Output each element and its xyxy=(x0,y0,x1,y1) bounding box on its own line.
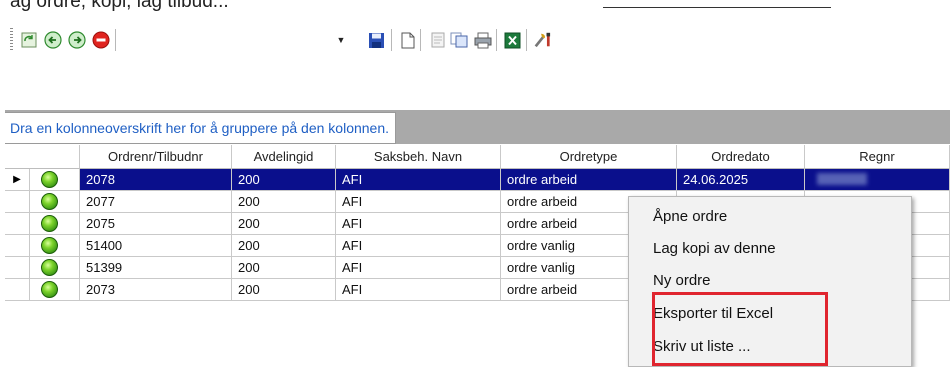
cell-avdelingid[interactable]: 200 xyxy=(232,235,336,257)
cell-ordrenr[interactable]: 2077 xyxy=(80,191,232,213)
status-cell xyxy=(30,169,80,191)
back-icon[interactable] xyxy=(44,31,62,49)
highlight-box xyxy=(652,292,828,366)
instruction-prefix: ag ordre, kopi, lag tilbud... xyxy=(10,0,229,12)
toolbar-separator xyxy=(526,29,527,51)
column-header-avdelingid[interactable]: Avdelingid xyxy=(232,145,336,169)
menu-item-copy-order[interactable]: Lag kopi av denne xyxy=(653,235,776,263)
save-icon[interactable] xyxy=(367,31,385,49)
instruction-link[interactable] xyxy=(603,0,831,8)
cell-saksbeh[interactable]: AFI xyxy=(336,191,501,213)
status-cell xyxy=(30,279,80,301)
cell-ordrenr[interactable]: 51400 xyxy=(80,235,232,257)
status-cell xyxy=(30,235,80,257)
toolbar-separator xyxy=(496,29,497,51)
forward-icon[interactable] xyxy=(68,31,86,49)
cell-ordrenr[interactable]: 51399 xyxy=(80,257,232,279)
status-green-icon xyxy=(41,215,58,232)
toolbar-separator xyxy=(115,29,116,51)
cell-saksbeh[interactable]: AFI xyxy=(336,213,501,235)
cell-ordrenr[interactable]: 2078 xyxy=(80,169,232,191)
cell-ordretype[interactable]: ordre arbeid xyxy=(501,169,677,191)
column-header-regnr[interactable]: Regnr xyxy=(805,145,950,169)
toolbar-separator xyxy=(391,29,392,51)
row-header[interactable] xyxy=(5,213,30,235)
refresh-icon[interactable] xyxy=(20,31,38,49)
toolbar: ▼ xyxy=(0,20,950,60)
status-cell xyxy=(30,191,80,213)
copy-icon[interactable] xyxy=(450,31,468,49)
print-icon[interactable] xyxy=(474,31,492,49)
column-header-ordrenr[interactable]: Ordrenr/Tilbudnr xyxy=(80,145,232,169)
menu-item-new-order[interactable]: Ny ordre xyxy=(653,267,711,295)
chevron-down-icon[interactable]: ▼ xyxy=(334,30,348,50)
cell-saksbeh[interactable]: AFI xyxy=(336,235,501,257)
cell-avdelingid[interactable]: 200 xyxy=(232,257,336,279)
instruction-text: ag ordre, kopi, lag tilbud... xyxy=(10,0,831,13)
toolbar-separator xyxy=(420,29,421,51)
status-green-icon xyxy=(41,259,58,276)
column-header-saksbeh[interactable]: Saksbeh. Navn xyxy=(336,145,501,169)
toolbar-grip[interactable] xyxy=(10,28,13,50)
cell-ordrenr[interactable]: 2073 xyxy=(80,279,232,301)
cell-saksbeh[interactable]: AFI xyxy=(336,169,501,191)
tools-icon[interactable] xyxy=(533,31,551,49)
document-icon[interactable] xyxy=(429,31,447,49)
status-green-icon xyxy=(41,237,58,254)
column-header-indicator[interactable] xyxy=(5,145,80,169)
row-pointer-icon[interactable]: ▶ xyxy=(5,169,30,191)
cell-avdelingid[interactable]: 200 xyxy=(232,169,336,191)
row-header[interactable] xyxy=(5,235,30,257)
cell-saksbeh[interactable]: AFI xyxy=(336,257,501,279)
row-header[interactable] xyxy=(5,257,30,279)
toolbar-combo[interactable]: ▼ xyxy=(174,29,348,51)
group-hint: Dra en kolonneoverskrift her for å grupp… xyxy=(5,112,397,144)
status-green-icon xyxy=(41,171,58,188)
redacted-regnr xyxy=(817,173,867,185)
column-header-ordretype[interactable]: Ordretype xyxy=(501,145,677,169)
row-header[interactable] xyxy=(5,279,30,301)
cell-avdelingid[interactable]: 200 xyxy=(232,213,336,235)
cell-saksbeh[interactable]: AFI xyxy=(336,279,501,301)
cell-ordredato[interactable]: 24.06.2025 xyxy=(677,169,805,191)
status-green-icon xyxy=(41,281,58,298)
table-row[interactable]: ▶ 2078 200 AFI ordre arbeid 24.06.2025 xyxy=(5,169,950,191)
status-cell xyxy=(30,257,80,279)
excel-icon[interactable] xyxy=(503,31,521,49)
cell-ordrenr[interactable]: 2075 xyxy=(80,213,232,235)
column-header-ordredato[interactable]: Ordredato xyxy=(677,145,805,169)
stop-icon[interactable] xyxy=(92,31,110,49)
new-document-icon[interactable] xyxy=(399,31,417,49)
group-by-panel[interactable]: Dra en kolonneoverskrift her for å grupp… xyxy=(5,110,950,144)
cell-avdelingid[interactable]: 200 xyxy=(232,191,336,213)
status-cell xyxy=(30,213,80,235)
status-green-icon xyxy=(41,193,58,210)
row-header[interactable] xyxy=(5,191,30,213)
cell-avdelingid[interactable]: 200 xyxy=(232,279,336,301)
menu-item-open-order[interactable]: Åpne ordre xyxy=(653,203,727,231)
